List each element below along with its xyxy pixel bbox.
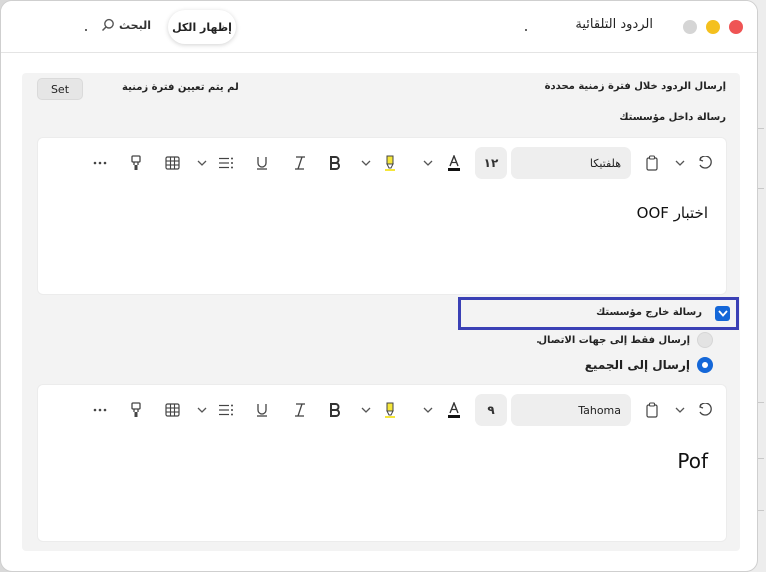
clipboard-icon[interactable] [640,393,664,427]
italic-icon[interactable] [288,393,312,427]
minimize-button[interactable] [706,20,720,34]
search-label: البحث [119,18,151,32]
inside-formatting-toolbar: ١٢ هلفتيكا [38,146,728,180]
italic-icon[interactable] [288,146,312,180]
outside-org-checkbox-row[interactable]: رسالة خارج مؤسستك [458,297,739,330]
outside-org-checkbox[interactable] [715,306,730,321]
font-color-icon[interactable] [442,146,466,180]
radio-everyone-label: إرسال إلى الجميع [584,358,690,372]
search-dot [85,29,87,31]
window-title: الردود التلقائية [575,17,653,32]
radio-everyone[interactable]: إرسال إلى الجميع [585,357,713,373]
font-family-box[interactable]: هلفتيكا [511,147,631,179]
list-dropdown-chevron-icon[interactable] [194,393,210,427]
radio-contacts-only-label: إرسال فقط إلى جهات الاتصال [538,334,690,346]
list-dropdown-chevron-icon[interactable] [194,146,210,180]
outside-message-text[interactable]: Pof [677,449,708,473]
highlighter-icon[interactable] [378,393,402,427]
inside-org-label: رسالة داخل مؤسستك [619,112,726,123]
radio-everyone-button[interactable] [697,357,713,373]
font-color-dropdown-chevron-icon[interactable] [420,393,436,427]
redo-icon[interactable] [692,146,716,180]
checkmark-icon [717,310,728,317]
font-size-box[interactable]: ١٢ [475,147,507,179]
more-options-icon[interactable] [88,146,112,180]
search-area[interactable]: البحث [101,18,151,32]
inside-message-editor[interactable]: ١٢ هلفتيكا اختبار OOF [37,137,727,295]
outside-formatting-toolbar: ٩ Tahoma [38,393,728,427]
show-all-button[interactable]: إظهار الكل [168,10,236,44]
close-button[interactable] [729,20,743,34]
table-icon[interactable] [160,146,184,180]
set-period-button[interactable]: Set [37,78,83,100]
bold-icon[interactable] [322,393,346,427]
clipboard-icon[interactable] [640,146,664,180]
period-status: لم يتم تعيين فترة زمنية [122,82,239,93]
font-color-dropdown-chevron-icon[interactable] [420,146,436,180]
table-icon[interactable] [160,393,184,427]
send-period-label: إرسال الردود خلال فترة زمنية محددة [544,81,726,92]
list-icon[interactable] [214,393,238,427]
radio-contacts-only-button[interactable] [697,332,713,348]
font-family-box[interactable]: Tahoma [511,394,631,426]
auto-reply-window: الردود التلقائية إظهار الكل البحث إرسال … [0,0,758,572]
highlighter-icon[interactable] [378,146,402,180]
undo-dropdown-chevron-icon[interactable] [672,393,688,427]
title-dot [525,29,527,31]
undo-dropdown-chevron-icon[interactable] [672,146,688,180]
underline-icon[interactable] [250,393,274,427]
search-icon[interactable] [101,18,115,32]
maximize-button[interactable] [683,20,697,34]
settings-panel: إرسال الردود خلال فترة زمنية محددة لم يت… [22,73,740,551]
highlight-dropdown-chevron-icon[interactable] [358,393,374,427]
outside-message-editor[interactable]: ٩ Tahoma Pof [37,384,727,542]
list-icon[interactable] [214,146,238,180]
highlight-dropdown-chevron-icon[interactable] [358,146,374,180]
underline-icon[interactable] [250,146,274,180]
title-bar: الردود التلقائية إظهار الكل البحث [1,1,757,53]
more-options-icon[interactable] [88,393,112,427]
format-painter-icon[interactable] [124,393,148,427]
format-painter-icon[interactable] [124,146,148,180]
bold-icon[interactable] [322,146,346,180]
radio-contacts-only[interactable]: إرسال فقط إلى جهات الاتصال [538,332,713,348]
inside-message-text[interactable]: اختبار OOF [637,204,708,222]
outside-org-label: رسالة خارج مؤسستك [596,307,702,318]
option-dot [537,341,539,343]
font-size-box[interactable]: ٩ [475,394,507,426]
redo-icon[interactable] [692,393,716,427]
font-color-icon[interactable] [442,393,466,427]
